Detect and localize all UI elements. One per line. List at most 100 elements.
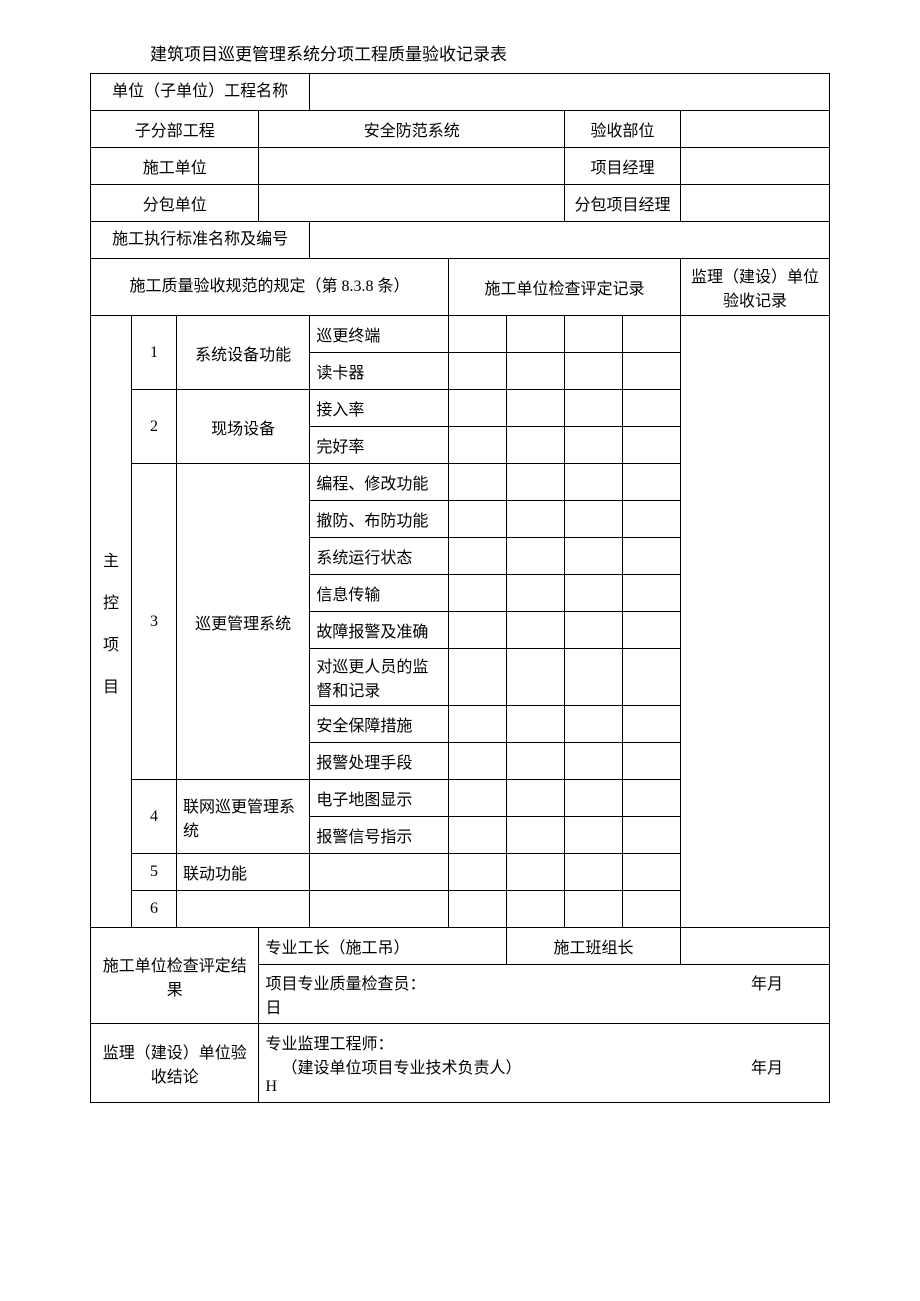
document-title: 建筑项目巡更管理系统分项工程质量验收记录表	[150, 40, 900, 65]
check-cell	[622, 538, 680, 575]
check-cell	[448, 817, 506, 854]
supervise-column-label: 监理（建设）单位验收记录	[680, 259, 829, 316]
row-category: 联动功能	[177, 854, 310, 891]
check-cell	[506, 464, 564, 501]
check-column-label: 施工单位检查评定记录	[448, 259, 680, 316]
row-item	[310, 854, 449, 891]
main-control-label-text: 主控项目	[103, 553, 119, 696]
team-leader-value	[680, 928, 829, 965]
table-row: 施工单位检查评定结果 专业工长（施工吊） 施工班组长	[91, 928, 830, 965]
check-cell	[448, 353, 506, 390]
table-row: 子分部工程 安全防范系统 验收部位	[91, 111, 830, 148]
row-item: 撤防、布防功能	[310, 501, 449, 538]
inspection-form-table: 单位（子单位）工程名称 子分部工程 安全防范系统 验收部位 施工单位 项目经理 …	[90, 73, 830, 1103]
check-cell	[564, 464, 622, 501]
row-item: 读卡器	[310, 353, 449, 390]
check-cell	[448, 743, 506, 780]
row-item: 信息传输	[310, 575, 449, 612]
construction-unit-label: 施工单位	[91, 148, 259, 185]
table-row: 监理（建设）单位验收结论 专业监理工程师： （建设单位项目专业技术负责人） 年月…	[91, 1024, 830, 1103]
check-cell	[448, 780, 506, 817]
row-num: 4	[132, 780, 177, 854]
check-cell	[564, 501, 622, 538]
check-cell	[564, 891, 622, 928]
construction-unit-value	[259, 148, 565, 185]
check-cell	[506, 612, 564, 649]
spec-column-label: 施工质量验收规范的规定（第 8.3.8 条）	[91, 259, 449, 316]
check-cell	[622, 316, 680, 353]
check-cell	[564, 743, 622, 780]
row-category: 联网巡更管理系统	[177, 780, 310, 854]
acceptance-part-label: 验收部位	[564, 111, 680, 148]
table-row: 施工质量验收规范的规定（第 8.3.8 条） 施工单位检查评定记录 监理（建设）…	[91, 259, 830, 316]
check-cell	[448, 501, 506, 538]
check-cell	[564, 353, 622, 390]
row-item: 编程、修改功能	[310, 464, 449, 501]
project-manager-label: 项目经理	[564, 148, 680, 185]
row-item: 完好率	[310, 427, 449, 464]
check-cell	[564, 427, 622, 464]
check-cell	[564, 538, 622, 575]
team-leader-label: 施工班组长	[506, 928, 680, 965]
check-cell	[622, 780, 680, 817]
check-cell	[448, 854, 506, 891]
unit-name-label: 单位（子单位）工程名称	[91, 74, 310, 111]
row-num: 2	[132, 390, 177, 464]
check-cell	[564, 390, 622, 427]
construction-result-label: 施工单位检查评定结果	[91, 928, 259, 1024]
subcontract-unit-value	[259, 185, 565, 222]
sub-project-value: 安全防范系统	[259, 111, 565, 148]
check-cell	[622, 353, 680, 390]
row-item: 巡更终端	[310, 316, 449, 353]
supervise-record-cell	[680, 316, 829, 928]
row-item: 接入率	[310, 390, 449, 427]
supervise-engineer-label: 专业监理工程师：	[265, 1036, 393, 1053]
check-cell	[622, 427, 680, 464]
check-cell	[506, 427, 564, 464]
check-cell	[448, 464, 506, 501]
check-cell	[506, 649, 564, 706]
unit-name-value	[310, 74, 830, 111]
project-manager-value	[680, 148, 829, 185]
date-label: 年月	[751, 1054, 783, 1078]
quality-inspector-cell: 项目专业质量检查员： 年月 日	[259, 965, 830, 1024]
standard-label: 施工执行标准名称及编号	[91, 222, 310, 259]
standard-value	[310, 222, 830, 259]
table-row: 施工单位 项目经理	[91, 148, 830, 185]
check-cell	[506, 575, 564, 612]
check-cell	[506, 891, 564, 928]
row-item: 报警处理手段	[310, 743, 449, 780]
check-cell	[564, 706, 622, 743]
check-cell	[564, 780, 622, 817]
check-cell	[622, 743, 680, 780]
quality-inspector-label: 项目专业质量检查员：	[265, 976, 425, 993]
check-cell	[448, 706, 506, 743]
check-cell	[506, 743, 564, 780]
check-cell	[448, 390, 506, 427]
check-cell	[622, 706, 680, 743]
row-category: 现场设备	[177, 390, 310, 464]
check-cell	[506, 501, 564, 538]
check-cell	[448, 316, 506, 353]
check-cell	[622, 390, 680, 427]
row-num: 1	[132, 316, 177, 390]
check-cell	[622, 575, 680, 612]
check-cell	[622, 649, 680, 706]
check-cell	[506, 538, 564, 575]
check-cell	[564, 612, 622, 649]
row-item	[310, 891, 449, 928]
check-cell	[506, 353, 564, 390]
check-cell	[506, 854, 564, 891]
row-category	[177, 891, 310, 928]
check-cell	[564, 649, 622, 706]
check-cell	[448, 891, 506, 928]
table-row: 分包单位 分包项目经理	[91, 185, 830, 222]
row-item: 系统运行状态	[310, 538, 449, 575]
check-cell	[448, 649, 506, 706]
row-category: 系统设备功能	[177, 316, 310, 390]
trailing-text: H	[265, 1078, 277, 1095]
check-cell	[622, 501, 680, 538]
check-cell	[564, 575, 622, 612]
subcontract-unit-label: 分包单位	[91, 185, 259, 222]
check-cell	[448, 612, 506, 649]
